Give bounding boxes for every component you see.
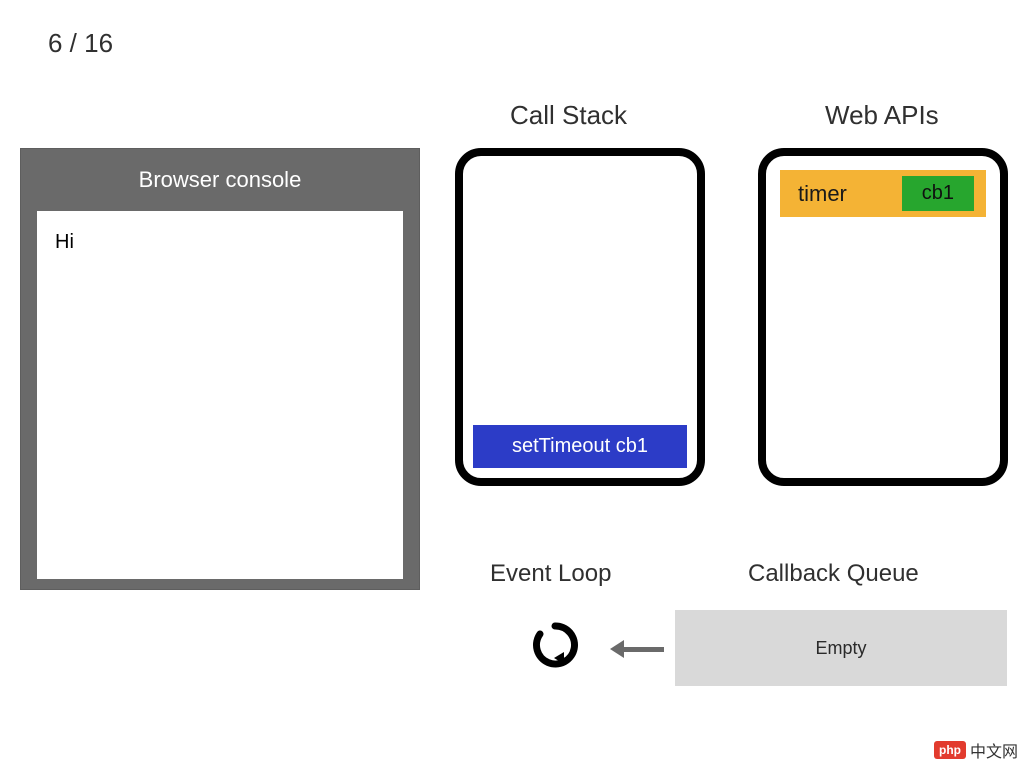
arrow-left-icon (610, 640, 664, 658)
step-counter: 6 / 16 (48, 28, 113, 59)
timer-entry: timer cb1 (780, 170, 986, 217)
browser-console-title: Browser console (21, 149, 419, 211)
web-apis-title: Web APIs (825, 100, 939, 131)
watermark-text: 中文网 (970, 738, 1018, 762)
stack-frame: setTimeout cb1 (473, 425, 687, 468)
call-stack-title: Call Stack (510, 100, 627, 131)
event-loop-title: Event Loop (490, 560, 611, 588)
web-api-entries: timer cb1 (780, 170, 986, 217)
call-stack-box: setTimeout cb1 (455, 148, 705, 486)
watermark-badge: php (934, 741, 966, 759)
event-loop-icon (530, 620, 580, 675)
callback-queue-title: Callback Queue (748, 560, 919, 588)
callback-queue-status: Empty (815, 638, 866, 659)
console-line: Hi (55, 231, 385, 254)
watermark: php 中文网 (934, 738, 1018, 762)
web-apis-box: timer cb1 (758, 148, 1008, 486)
browser-console-output: Hi (37, 211, 403, 579)
timer-label: timer (792, 181, 847, 207)
browser-console-panel: Browser console Hi (20, 148, 420, 590)
callback-chip: cb1 (902, 176, 974, 211)
call-stack-frames: setTimeout cb1 (473, 425, 687, 468)
callback-queue-box: Empty (675, 610, 1007, 686)
